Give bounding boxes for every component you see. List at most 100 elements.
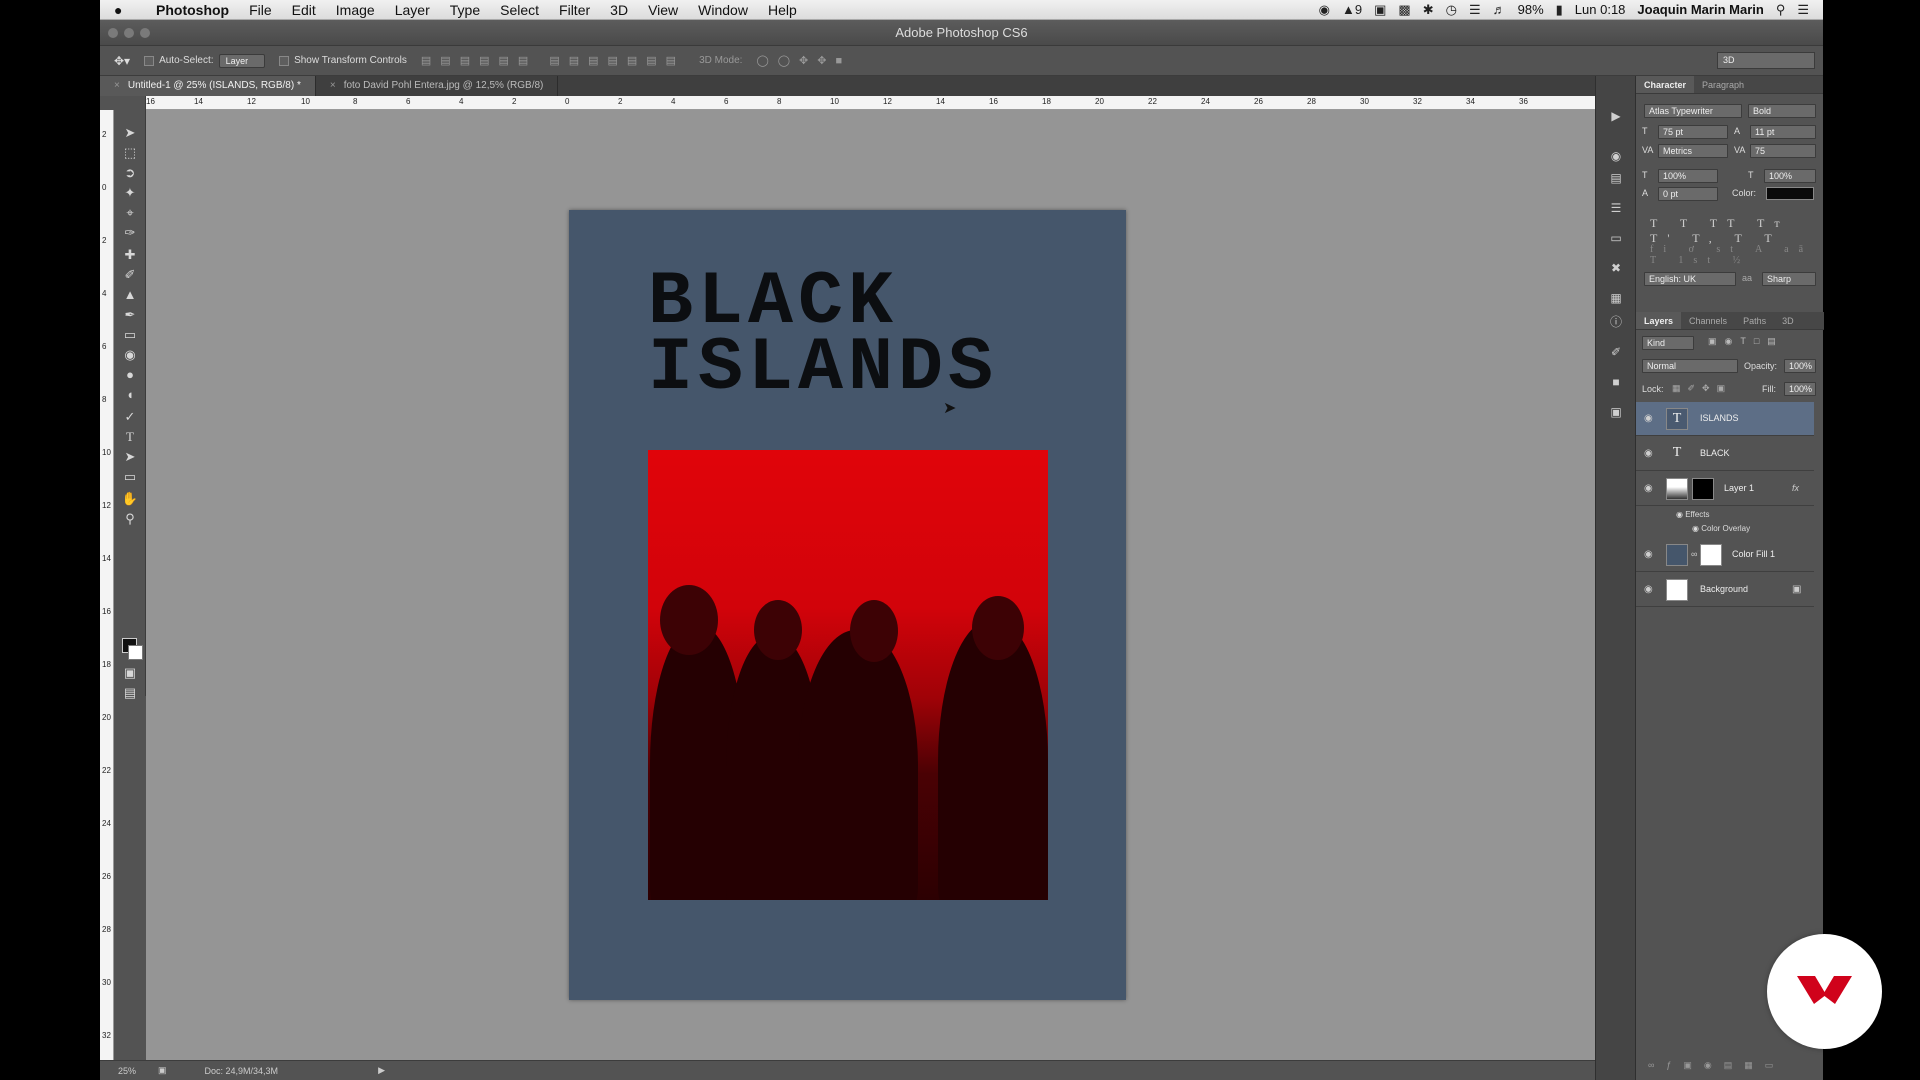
eyedropper-tool-icon[interactable]: ✑	[121, 224, 139, 242]
app-menu[interactable]: Photoshop	[146, 2, 239, 18]
clone-source-icon[interactable]: ■	[1606, 372, 1626, 392]
tab-paths[interactable]: Paths	[1735, 312, 1774, 329]
battery-percent[interactable]: 98%	[1518, 2, 1544, 17]
crop-tool-icon[interactable]: ⌖	[121, 204, 139, 222]
effects-row[interactable]: ◉ Effects	[1676, 510, 1710, 519]
close-tab-icon[interactable]: ×	[330, 80, 336, 91]
leading-field[interactable]: 11 pt	[1750, 125, 1816, 139]
lock-icons[interactable]: ▦✐✥▣	[1672, 383, 1732, 394]
user-name[interactable]: Joaquin Marin Marin	[1637, 2, 1763, 17]
fill-field[interactable]: 100%	[1784, 382, 1816, 396]
menu-image[interactable]: Image	[326, 2, 385, 18]
language-dropdown[interactable]: English: UK	[1644, 272, 1736, 286]
info-icon[interactable]: ⓘ	[1606, 312, 1626, 332]
spotlight-icon[interactable]: ⚲	[1776, 2, 1786, 18]
minimize-window-icon[interactable]	[124, 28, 134, 38]
workspace-switcher[interactable]: 3D	[1717, 52, 1815, 69]
3d-mode-icons[interactable]: ◯◯✥✥■	[756, 54, 851, 67]
eraser-tool-icon[interactable]: ▭	[121, 326, 139, 344]
show-transform-checkbox[interactable]	[279, 55, 290, 66]
pen-tool-icon[interactable]: ✓	[121, 408, 139, 426]
brush-preset-icon[interactable]: ✐	[1606, 342, 1626, 362]
dodge-tool-icon[interactable]: ◖	[121, 386, 139, 404]
layer-mask-thumbnail[interactable]	[1692, 478, 1714, 500]
close-window-icon[interactable]	[108, 28, 118, 38]
menu-type[interactable]: Type	[440, 2, 490, 18]
visibility-eye-icon[interactable]: ◉	[1644, 413, 1656, 425]
adjustments-icon[interactable]: ☰	[1606, 198, 1626, 218]
volume-icon[interactable]: ♬	[1493, 2, 1506, 17]
tab-character[interactable]: Character	[1636, 76, 1695, 93]
menu-file[interactable]: File	[239, 2, 282, 18]
time-machine-icon[interactable]: ◷	[1446, 2, 1457, 18]
timeline-icon[interactable]: ▭	[1606, 228, 1626, 248]
clone-stamp-tool-icon[interactable]: ▲	[121, 286, 139, 304]
text-color-swatch[interactable]	[1766, 187, 1814, 200]
visibility-eye-icon[interactable]: ◉	[1644, 483, 1656, 495]
opentype-buttons[interactable]: fi ơ st A aā T 1st ½	[1650, 244, 1823, 266]
zoom-tool-icon[interactable]: ⚲	[121, 510, 139, 528]
horizontal-scale-field[interactable]: 100%	[1764, 169, 1816, 183]
fx-icon[interactable]: fx	[1792, 483, 1799, 493]
tab-channels[interactable]: Channels	[1681, 312, 1735, 329]
tracking-field[interactable]: 75	[1750, 144, 1816, 158]
status-info-icon[interactable]: ▣	[158, 1065, 167, 1076]
blend-mode-dropdown[interactable]: Normal	[1642, 359, 1738, 373]
histogram-icon[interactable]: ▤	[1606, 168, 1626, 188]
screen-mode-icon[interactable]: ▤	[121, 684, 139, 702]
kerning-field[interactable]: Metrics	[1658, 144, 1728, 158]
effect-eye-icon[interactable]: ◉	[1692, 524, 1701, 533]
layer-filter-icons[interactable]: ▣◉T□▤	[1708, 336, 1784, 347]
auto-select-checkbox[interactable]	[144, 55, 155, 66]
layer-kind-filter[interactable]: Kind	[1642, 336, 1694, 350]
font-family-dropdown[interactable]: Atlas Typewriter	[1644, 104, 1742, 118]
layer-layer-1[interactable]: ◉ Layer 1 fx	[1636, 472, 1814, 506]
visibility-eye-icon[interactable]: ◉	[1644, 448, 1656, 460]
hand-tool-icon[interactable]: ✋	[121, 490, 139, 508]
canvas-area[interactable]: BLACK ISLANDS ➤	[146, 110, 1598, 1080]
wifi-icon[interactable]: ☰	[1469, 2, 1481, 18]
anti-alias-dropdown[interactable]: Sharp	[1762, 272, 1816, 286]
layer-background[interactable]: ◉ Background ▣	[1636, 573, 1814, 607]
path-selection-tool-icon[interactable]: ➤	[121, 448, 139, 466]
background-color-swatch[interactable]	[128, 645, 143, 660]
font-style-dropdown[interactable]: Bold	[1748, 104, 1816, 118]
move-tool-preset-icon[interactable]: ✥▾	[114, 54, 130, 68]
effect-eye-icon[interactable]: ◉	[1676, 510, 1685, 519]
healing-brush-tool-icon[interactable]: ✚	[121, 246, 139, 264]
paint-bucket-tool-icon[interactable]: ◉	[121, 346, 139, 364]
auto-select-dropdown[interactable]: Layer	[218, 53, 266, 68]
document-artboard[interactable]: BLACK ISLANDS	[569, 210, 1126, 1000]
baseline-shift-field[interactable]: 0 pt	[1658, 187, 1718, 201]
horizontal-ruler[interactable]: 16 14 12 10 8 6 4 2 0 2 4 6 8 10 12 14 1…	[146, 96, 1598, 110]
menu-help[interactable]: Help	[758, 2, 807, 18]
quick-mask-icon[interactable]: ▣	[121, 664, 139, 682]
move-tool-icon[interactable]: ➤	[121, 124, 139, 142]
zoom-level[interactable]: 25%	[118, 1066, 158, 1076]
apple-icon[interactable]: ●	[114, 2, 132, 18]
shape-tool-icon[interactable]: ▭	[121, 468, 139, 486]
lock-icon[interactable]: ▣	[1792, 584, 1801, 595]
notification-icon[interactable]: ▲9	[1342, 2, 1362, 17]
align-distribute-icons[interactable]: ▤▤▤▤▤▤ ▤▤▤▤▤▤▤	[421, 54, 685, 67]
menu-edit[interactable]: Edit	[282, 2, 326, 18]
tab-layers[interactable]: Layers	[1636, 312, 1682, 329]
notes-icon[interactable]: ▣	[1606, 402, 1626, 422]
tab-3d[interactable]: 3D	[1774, 312, 1802, 329]
menu-3d[interactable]: 3D	[600, 2, 638, 18]
history-brush-tool-icon[interactable]: ✒	[121, 306, 139, 324]
visibility-eye-icon[interactable]: ◉	[1644, 584, 1656, 596]
opacity-field[interactable]: 100%	[1784, 359, 1816, 373]
menu-view[interactable]: View	[638, 2, 688, 18]
3d-panel-icon[interactable]: ◉	[1606, 146, 1626, 166]
blur-tool-icon[interactable]: ●	[121, 366, 139, 384]
font-size-field[interactable]: 75 pt	[1658, 125, 1728, 139]
marquee-tool-icon[interactable]: ⬚	[121, 144, 139, 162]
clock[interactable]: Lun 0:18	[1575, 2, 1626, 17]
zoom-window-icon[interactable]	[140, 28, 150, 38]
type-style-buttons[interactable]: T T TT Tт T' T, T T	[1650, 216, 1823, 246]
display-icon[interactable]: ▣	[1374, 2, 1386, 18]
tab-paragraph[interactable]: Paragraph	[1694, 76, 1752, 93]
menu-select[interactable]: Select	[490, 2, 549, 18]
vertical-scale-field[interactable]: 100%	[1658, 169, 1718, 183]
